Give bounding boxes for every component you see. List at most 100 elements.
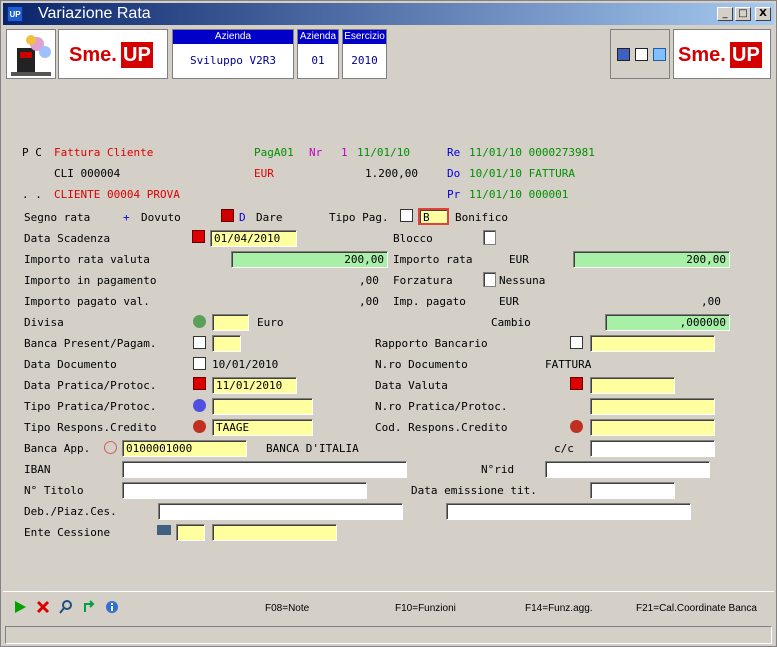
ntitolo-label: N° Titolo [24, 484, 84, 497]
importo-rata-label: Importo rata [393, 253, 473, 266]
ente-cessione-field-1[interactable] [176, 524, 205, 541]
esercizio-caption: Esercizio [343, 30, 386, 44]
f21-cal-coordinate-banca[interactable]: F21=Cal.Coordinate Banca [636, 603, 757, 614]
close-button[interactable]: X [755, 7, 771, 21]
logo-right-text-up: UP [730, 42, 762, 68]
f10-funzioni[interactable]: F10=Funzioni [395, 603, 456, 614]
nr-value: 1 [341, 146, 348, 159]
deb-piaz-field-2[interactable] [446, 503, 691, 520]
tipo-pag-field[interactable]: B [418, 208, 449, 225]
esercizio-box: Esercizio 2010 [342, 29, 387, 79]
nrid-field[interactable] [545, 461, 710, 478]
data-scadenza-field[interactable]: 01/04/2010 [210, 230, 297, 247]
smeup-logo-right: Sme. UP [673, 29, 771, 79]
iban-field[interactable] [122, 461, 407, 478]
deb-piaz-field-1[interactable] [158, 503, 403, 520]
ente-cessione-label: Ente Cessione [24, 526, 111, 539]
people-icon[interactable] [157, 525, 171, 535]
tipo-pratica-field[interactable] [212, 398, 313, 415]
cambio-field[interactable]: ,000000 [605, 314, 730, 331]
document-type: Fattura Cliente [54, 146, 154, 159]
calendar-icon[interactable] [192, 230, 205, 243]
valuta-calendar-icon[interactable] [570, 377, 583, 390]
banca-app-field[interactable]: 0100001000 [122, 440, 247, 457]
refresh-arrow-icon[interactable] [82, 600, 96, 614]
data-valuta-field[interactable] [590, 377, 675, 394]
importo-rata-valuta-label: Importo rata valuta [24, 253, 150, 266]
forzatura-checkbox[interactable] [483, 272, 496, 287]
dare-code: D [239, 211, 246, 224]
cube-icon[interactable] [653, 48, 666, 61]
ntitolo-field[interactable] [122, 482, 367, 499]
tipo-respons-field[interactable]: TAAGE [212, 419, 313, 436]
play-icon[interactable] [13, 600, 27, 614]
client-code: CLI 000004 [54, 167, 121, 180]
cod-person-icon[interactable] [570, 420, 583, 433]
imp-pagato-label: Imp. pagato [393, 295, 466, 308]
dare-label: Dare [256, 211, 283, 224]
nr-label: Nr [309, 146, 323, 159]
dare-icon[interactable] [221, 209, 234, 222]
line1-date: 11/01/10 [357, 146, 410, 159]
iban-label: IBAN [24, 463, 51, 476]
dots-code: . . [22, 188, 42, 201]
importo-rata-valuta-field[interactable]: 200,00 [231, 251, 388, 268]
doc-calendar-icon[interactable] [193, 357, 206, 370]
importo-pagamento-value: ,00 [359, 274, 379, 287]
nrid-label: N°rid [481, 463, 515, 476]
tipo-pag-label: Tipo Pag. [329, 211, 389, 224]
data-pratica-field[interactable]: 11/01/2010 [212, 377, 297, 394]
banca-app-label: Banca App. [24, 442, 91, 455]
monitor-icon[interactable] [617, 48, 630, 61]
maximize-button[interactable]: □ [735, 7, 751, 21]
logo-text-up: UP [121, 42, 153, 68]
rapporto-bancario-field[interactable] [590, 335, 715, 352]
coins-icon[interactable] [193, 315, 206, 328]
paw-icon[interactable] [193, 399, 206, 412]
f08-note[interactable]: F08=Note [265, 603, 309, 614]
banca-present-field[interactable] [212, 335, 241, 352]
cancel-icon[interactable] [36, 600, 50, 614]
minimize-button[interactable]: _ [717, 7, 733, 21]
rapporto-list-icon[interactable] [570, 336, 583, 349]
cc-field[interactable] [590, 440, 715, 457]
forzatura-label: Forzatura [393, 274, 453, 287]
importo-pagato-value: ,00 [359, 295, 379, 308]
blocco-checkbox[interactable] [483, 230, 496, 245]
data-documento-value: 10/01/2010 [212, 358, 279, 371]
importo-pagamento-label: Importo in pagamento [24, 274, 157, 287]
re-label: Re [447, 146, 461, 159]
cod-respons-field[interactable] [590, 419, 715, 436]
calendar-list-icon[interactable] [400, 209, 413, 222]
divisa-field[interactable] [212, 314, 249, 331]
data-pratica-label: Data Pratica/Protoc. [24, 379, 157, 392]
do-label: Do [447, 167, 461, 180]
person-icon[interactable] [193, 420, 206, 433]
deb-piaz-label: Deb./Piaz.Ces. [24, 505, 117, 518]
segno-rata-value: Dovuto [141, 211, 181, 224]
blocco-label: Blocco [393, 232, 433, 245]
nro-documento-value: FATTURA [545, 358, 592, 371]
data-emissione-field[interactable] [590, 482, 675, 499]
f14-funz-agg[interactable]: F14=Funz.agg. [525, 603, 593, 614]
list-icon[interactable] [193, 336, 206, 349]
title-bar[interactable]: UP Variazione Rata _ □ X [3, 3, 774, 25]
smeup-logo: Sme. UP [58, 29, 168, 79]
divisa-desc: Euro [257, 316, 284, 329]
nro-pratica-field[interactable] [590, 398, 715, 415]
user-avatar-icon[interactable] [6, 29, 56, 79]
pr-value: 11/01/10 000001 [469, 188, 569, 201]
search-icon[interactable] [59, 600, 73, 614]
message-bar [5, 626, 772, 644]
data-documento-label: Data Documento [24, 358, 117, 371]
ente-cessione-field-2[interactable] [212, 524, 337, 541]
document-icon[interactable] [635, 48, 648, 61]
client-name: CLIENTE 00004 PROVA [54, 188, 180, 201]
tipo-pratica-label: Tipo Pratica/Protoc. [24, 400, 157, 413]
bank-search-icon[interactable] [104, 441, 117, 454]
info-icon[interactable] [105, 600, 119, 614]
imp-pagato-value: ,00 [701, 295, 721, 308]
importo-rata-field[interactable]: 200,00 [573, 251, 730, 268]
importo-pagato-label: Importo pagato val. [24, 295, 150, 308]
pratica-calendar-icon[interactable] [193, 377, 206, 390]
